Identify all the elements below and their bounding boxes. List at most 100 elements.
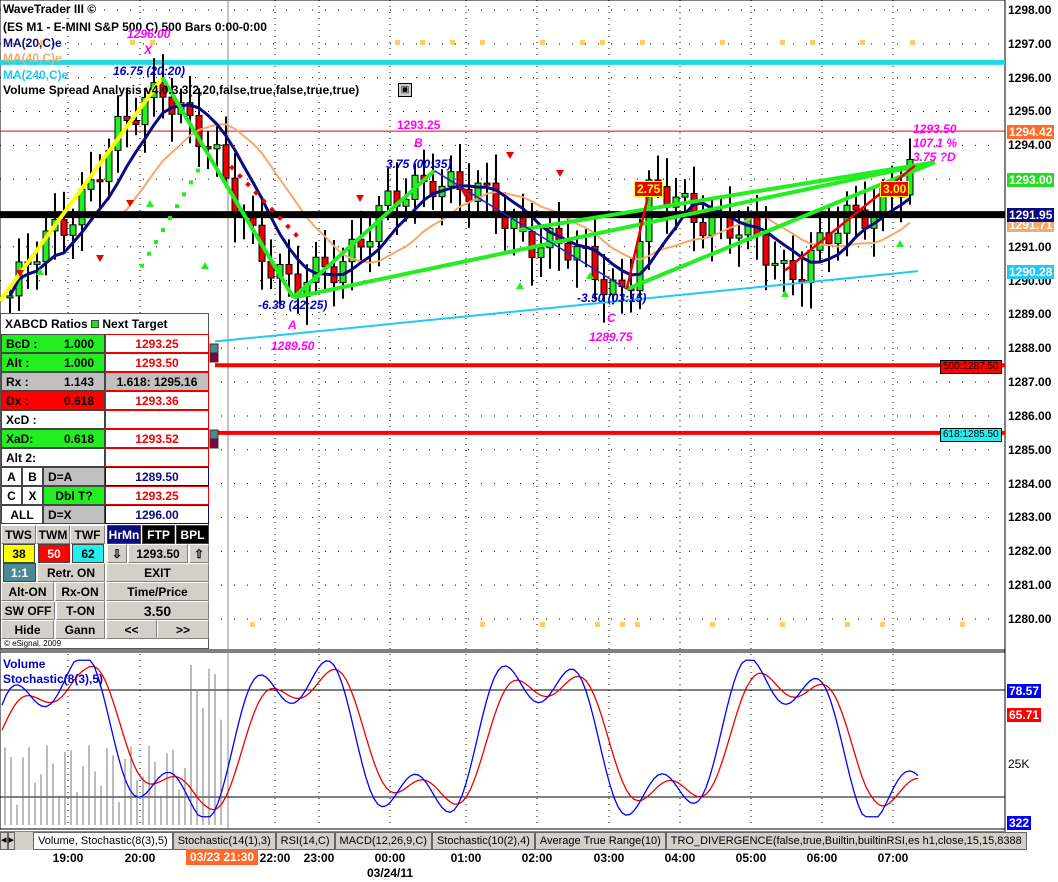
scroll-left-icon[interactable]: ◂	[0, 832, 8, 850]
ratio-label: XaD:	[6, 431, 34, 446]
t-on-button[interactable]: T-ON	[56, 601, 105, 620]
prev-button[interactable]: <<	[106, 620, 157, 639]
signal-dot	[450, 40, 455, 45]
twm-button[interactable]: TWM	[36, 525, 70, 544]
leg-box-1: 2.75	[634, 181, 664, 197]
time-tick: 01:00	[450, 851, 482, 865]
study-tab[interactable]: Average True Range(10)	[534, 832, 666, 850]
ma40-label: MA(40,C)e	[3, 51, 62, 65]
signal-dot	[810, 40, 815, 45]
study-tab[interactable]: RSI(14,C)	[275, 832, 335, 850]
signal-dot	[780, 40, 785, 45]
signal-dot	[395, 40, 400, 45]
gann-button[interactable]: Gann	[55, 620, 105, 639]
arrow-down-icon[interactable]: ⇩	[107, 544, 127, 563]
volume-last: 322	[1007, 816, 1032, 830]
study-tab[interactable]: Volume, Stochastic(8(3),5)	[33, 832, 173, 850]
price-tick: 1287.00	[1008, 375, 1052, 390]
signal-dot	[540, 40, 545, 45]
ratio-row-6: Alt 2:	[1, 448, 105, 467]
study-tab[interactable]: MACD(12,26,9,C)	[334, 832, 432, 850]
price-tick: 1286.00	[1008, 408, 1052, 423]
up-signal-icon	[516, 282, 524, 289]
panel-title: XABCD Ratios	[5, 316, 88, 331]
b-label: B	[414, 136, 423, 150]
next-button[interactable]: >>	[157, 620, 209, 639]
lower-pane-border	[0, 651, 1006, 830]
candle-body	[807, 249, 815, 284]
panel-tab	[209, 429, 219, 440]
candle-body	[366, 241, 374, 248]
vsa-label: Volume Spread Analysis v4.0.3.3(2,20,fal…	[3, 83, 360, 97]
vsa-diamond	[189, 180, 193, 185]
x-button[interactable]: X	[22, 486, 43, 505]
fib-62-button[interactable]: 62	[72, 544, 104, 563]
candle-body	[6, 295, 14, 299]
rx-on-button[interactable]: Rx-ON	[55, 582, 105, 601]
c-button[interactable]: C	[1, 486, 22, 505]
scroll-right-icon[interactable]: ▸	[7, 832, 16, 850]
a-button[interactable]: A	[1, 467, 22, 486]
ma240-label: MA(240,C)e	[3, 68, 69, 82]
study-tab[interactable]: Stochastic(10(2),4)	[431, 832, 535, 850]
signal-dot	[720, 40, 725, 45]
badge-price: 1293.00	[1007, 173, 1055, 187]
x-move: 16.75 (20:20)	[113, 64, 186, 78]
a-move: -6.38 (22:25)	[258, 298, 328, 312]
vsa-diamond	[175, 204, 179, 209]
candle-body	[285, 263, 293, 275]
study-tab[interactable]: TRO_DIVERGENCE(false,true,Builtin,builti…	[665, 832, 1027, 850]
price-tick: 1285.00	[1008, 442, 1052, 457]
b-button[interactable]: B	[22, 467, 43, 486]
time-tick: 03:00	[593, 851, 625, 865]
time-tick: 06:00	[806, 851, 838, 865]
fib-50-button[interactable]: 50	[38, 544, 70, 563]
bpl-button[interactable]: BPL	[176, 525, 209, 544]
candle-body	[222, 144, 230, 179]
sw-off-button[interactable]: SW OFF	[1, 601, 55, 620]
hide-button[interactable]: Hide	[1, 620, 54, 639]
vsa-diamond	[229, 164, 235, 171]
d-equals-x: D=X	[43, 505, 105, 524]
candle-body	[132, 120, 140, 126]
candle-body	[60, 218, 68, 236]
down-signal-icon	[356, 195, 364, 202]
panel-tab	[209, 352, 219, 363]
alt-on-button[interactable]: Alt-ON	[1, 582, 54, 601]
time-price-button[interactable]: Time/Price	[106, 582, 209, 601]
price-tick: 1294.00	[1008, 138, 1052, 153]
time-tick: 07:00	[877, 851, 909, 865]
candle-body	[852, 204, 860, 211]
ma20-label: MA(20,C)e	[3, 36, 62, 50]
candle-body	[123, 115, 131, 122]
candle-body	[69, 224, 77, 236]
stochastic-label: Stochastic(8(3),5)	[3, 672, 104, 686]
arrow-up-icon[interactable]: ⇧	[189, 544, 209, 563]
down-signal-icon	[506, 152, 514, 159]
exit-button[interactable]: EXIT	[106, 563, 209, 582]
hrmn-button[interactable]: HrMn	[107, 525, 141, 544]
volume-tick: 25K	[1008, 757, 1030, 771]
study-tab[interactable]: Stochastic(14(1),3)	[172, 832, 276, 850]
retracement-button[interactable]: Retr. ON	[37, 563, 105, 582]
candle-body	[537, 247, 545, 258]
vsa-diamond	[168, 216, 172, 221]
ratio-label: Dx :	[6, 393, 29, 408]
all-button[interactable]: ALL	[1, 505, 43, 524]
candle-body	[33, 261, 41, 265]
twf-button[interactable]: TWF	[70, 525, 105, 544]
signal-dot	[540, 622, 545, 627]
signal-dot	[635, 622, 640, 627]
c-label: C	[607, 311, 616, 325]
target-value-4	[105, 410, 209, 429]
tws-button[interactable]: TWS	[1, 525, 36, 544]
target-value-1: 1293.50	[105, 353, 209, 372]
lock-icon[interactable]: ▣	[398, 83, 412, 97]
step-value[interactable]: 3.50	[106, 601, 209, 620]
ratio-button[interactable]: 1:1	[3, 563, 36, 582]
fib-38-button[interactable]: 38	[3, 544, 35, 563]
ftp-button[interactable]: FTP	[142, 525, 175, 544]
d-pct: 107.1 %	[913, 136, 958, 150]
double-top-value: 1293.25	[105, 486, 209, 505]
down-signal-icon	[96, 255, 104, 262]
